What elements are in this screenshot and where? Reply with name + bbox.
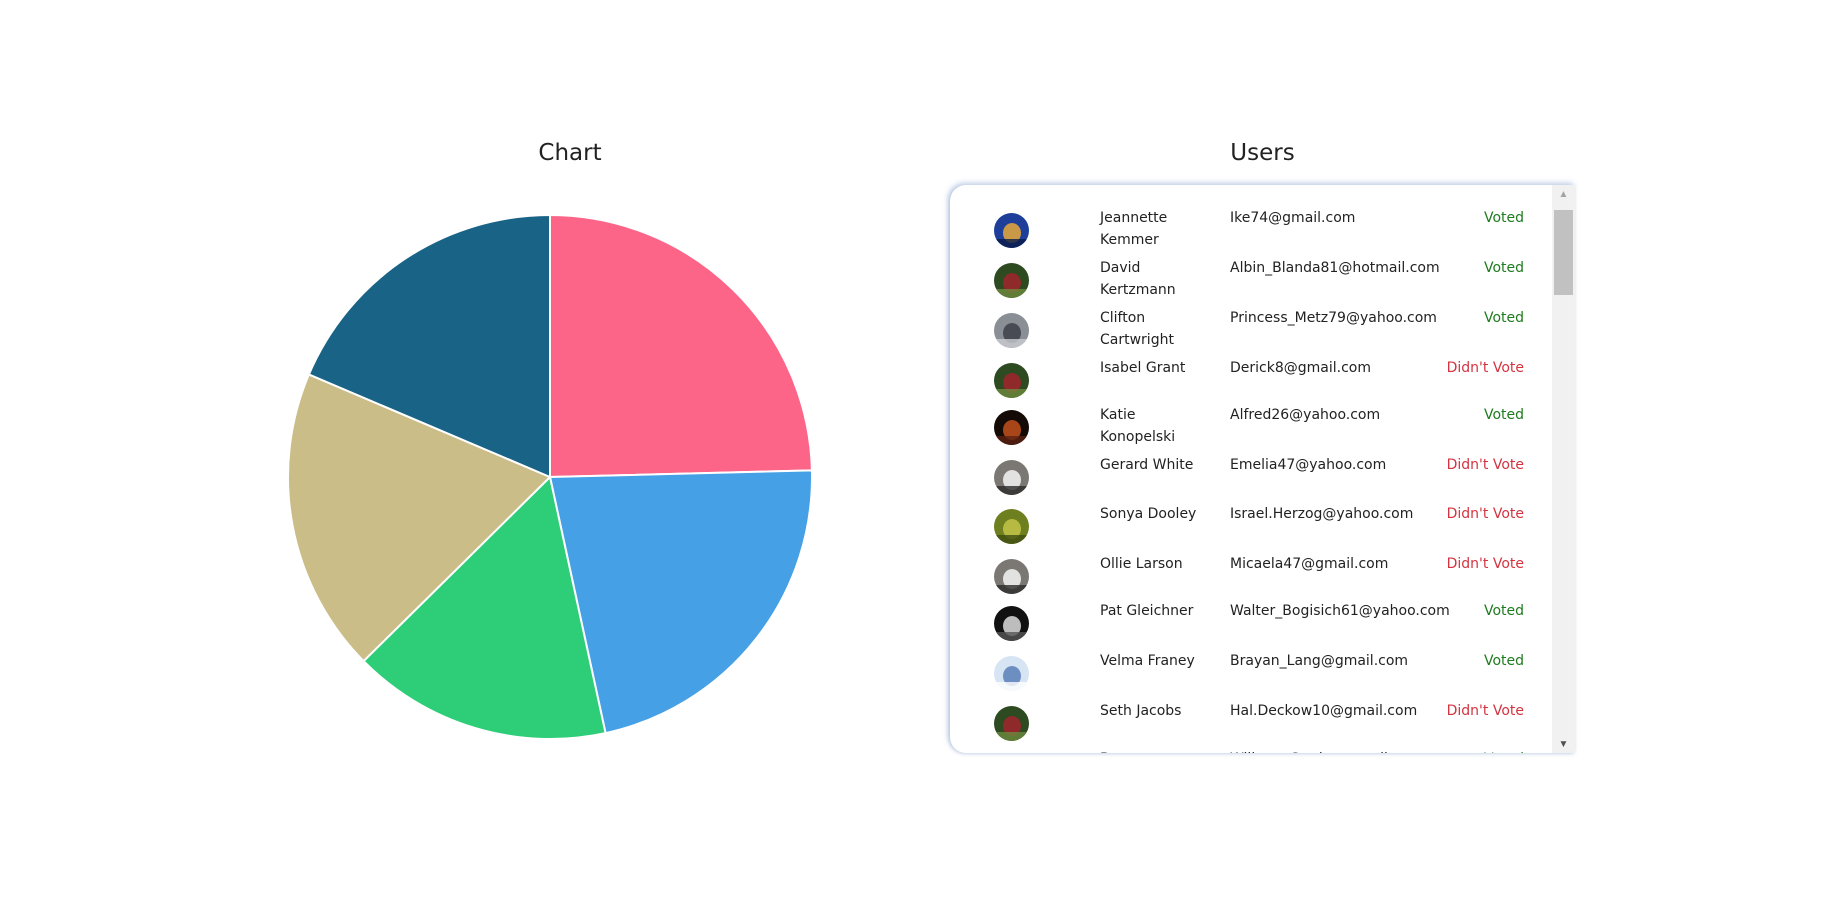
user-name: Velma Franey	[1100, 653, 1195, 669]
user-email: Hal.Deckow10@gmail.com	[1230, 703, 1418, 719]
user-avatar	[994, 313, 1029, 348]
vote-status: Voted	[1483, 310, 1524, 326]
user-row[interactable]: Jeannette Kemmer Ike74@gmail.com Voted	[950, 207, 1552, 255]
user-email: Princess_Metz79@yahoo.com	[1230, 310, 1437, 326]
user-avatar	[994, 263, 1029, 298]
user-email: Israel.Herzog@yahoo.com	[1230, 506, 1414, 522]
user-row[interactable]: Seth Jacobs Hal.Deckow10@gmail.com Didn't …	[950, 700, 1552, 748]
pie-slice-1[interactable]	[549, 213, 813, 479]
user-row[interactable]: Isabel Grant Derick8@gmail.com Didn't Vote	[950, 357, 1552, 405]
vote-status: Didn't Vote	[1446, 703, 1524, 719]
user-name: Gerard White	[1100, 457, 1194, 473]
user-avatar	[994, 410, 1029, 445]
user-name: Clifton Cartwright	[1100, 310, 1174, 348]
user-avatar	[994, 363, 1029, 398]
vote-status: Voted	[1483, 210, 1524, 226]
user-name: David Kertzmann	[1100, 260, 1176, 298]
user-email: Micaela47@gmail.com	[1230, 556, 1389, 572]
chart-title: Chart	[538, 140, 602, 166]
users-panel: Jeannette Kemmer Ike74@gmail.com Voted Dav…	[950, 185, 1575, 753]
users-title: Users	[1230, 140, 1295, 166]
user-email: Albin_Blanda81@hotmail.com	[1230, 260, 1440, 276]
scroll-down-arrow-icon[interactable]: ▼	[1552, 735, 1575, 753]
user-row[interactable]: Ollie Larson Micaela47@gmail.com Didn't Vo…	[950, 553, 1552, 601]
vote-status: Voted	[1483, 260, 1524, 276]
user-row[interactable]: Velma Franey Brayan_Lang@gmail.com Voted	[950, 650, 1552, 698]
user-row[interactable]: Betty Wilburn_Stroke@gmail.com Voted	[950, 748, 1552, 753]
user-email: Ike74@gmail.com	[1230, 210, 1356, 226]
user-list[interactable]: Jeannette Kemmer Ike74@gmail.com Voted Dav…	[950, 185, 1552, 753]
user-row[interactable]: Katie Konopelski Alfred26@yahoo.com Voted	[950, 404, 1552, 452]
user-email: Emelia47@yahoo.com	[1230, 457, 1387, 473]
user-name: Betty	[1100, 748, 1210, 753]
chart-section: Chart	[280, 140, 860, 740]
user-name: Isabel Grant	[1100, 360, 1186, 376]
scroll-up-arrow-icon[interactable]: ▲	[1552, 185, 1575, 203]
pie-chart	[287, 213, 813, 740]
scrollbar[interactable]: ▲ ▼	[1552, 185, 1575, 753]
scroll-thumb[interactable]	[1554, 210, 1573, 295]
vote-status: Didn't Vote	[1446, 360, 1524, 376]
user-row[interactable]: David Kertzmann Albin_Blanda81@hotmail.co…	[950, 257, 1552, 305]
user-name: Ollie Larson	[1100, 556, 1183, 572]
vote-status: Didn't Vote	[1446, 457, 1524, 473]
vote-status: Voted	[1483, 603, 1524, 619]
user-name: Seth Jacobs	[1100, 703, 1182, 719]
user-avatar	[994, 213, 1029, 248]
user-row[interactable]: Clifton Cartwright Princess_Metz79@yahoo.…	[950, 307, 1552, 355]
vote-status: Voted	[1484, 748, 1524, 753]
user-avatar	[994, 460, 1029, 495]
user-email: Derick8@gmail.com	[1230, 360, 1371, 376]
user-email: Wilburn_Stroke@gmail.com	[1230, 748, 1422, 753]
vote-status: Voted	[1483, 653, 1524, 669]
vote-status: Didn't Vote	[1446, 556, 1524, 572]
user-email: Alfred26@yahoo.com	[1230, 407, 1381, 423]
user-avatar	[994, 656, 1029, 691]
user-row[interactable]: Pat Gleichner Walter_Bogisich61@yahoo.com…	[950, 600, 1552, 648]
vote-status: Didn't Vote	[1446, 506, 1524, 522]
user-avatar	[994, 706, 1029, 741]
user-email: Brayan_Lang@gmail.com	[1230, 653, 1409, 669]
user-avatar	[994, 509, 1029, 544]
user-email: Walter_Bogisich61@yahoo.com	[1230, 603, 1450, 619]
user-row[interactable]: Sonya Dooley Israel.Herzog@yahoo.com Didn'…	[950, 503, 1552, 551]
user-row[interactable]: Gerard White Emelia47@yahoo.com Didn't Vot…	[950, 454, 1552, 502]
user-name: Pat Gleichner	[1100, 603, 1194, 619]
user-name: Katie Konopelski	[1100, 407, 1176, 445]
vote-status: Voted	[1483, 407, 1524, 423]
user-avatar	[994, 606, 1029, 641]
user-name: Sonya Dooley	[1100, 506, 1197, 522]
user-name: Jeannette Kemmer	[1100, 210, 1168, 248]
users-section: Users Jeannette Kemmer Ike74@gmail.com Vot…	[950, 140, 1575, 760]
user-avatar	[994, 559, 1029, 594]
